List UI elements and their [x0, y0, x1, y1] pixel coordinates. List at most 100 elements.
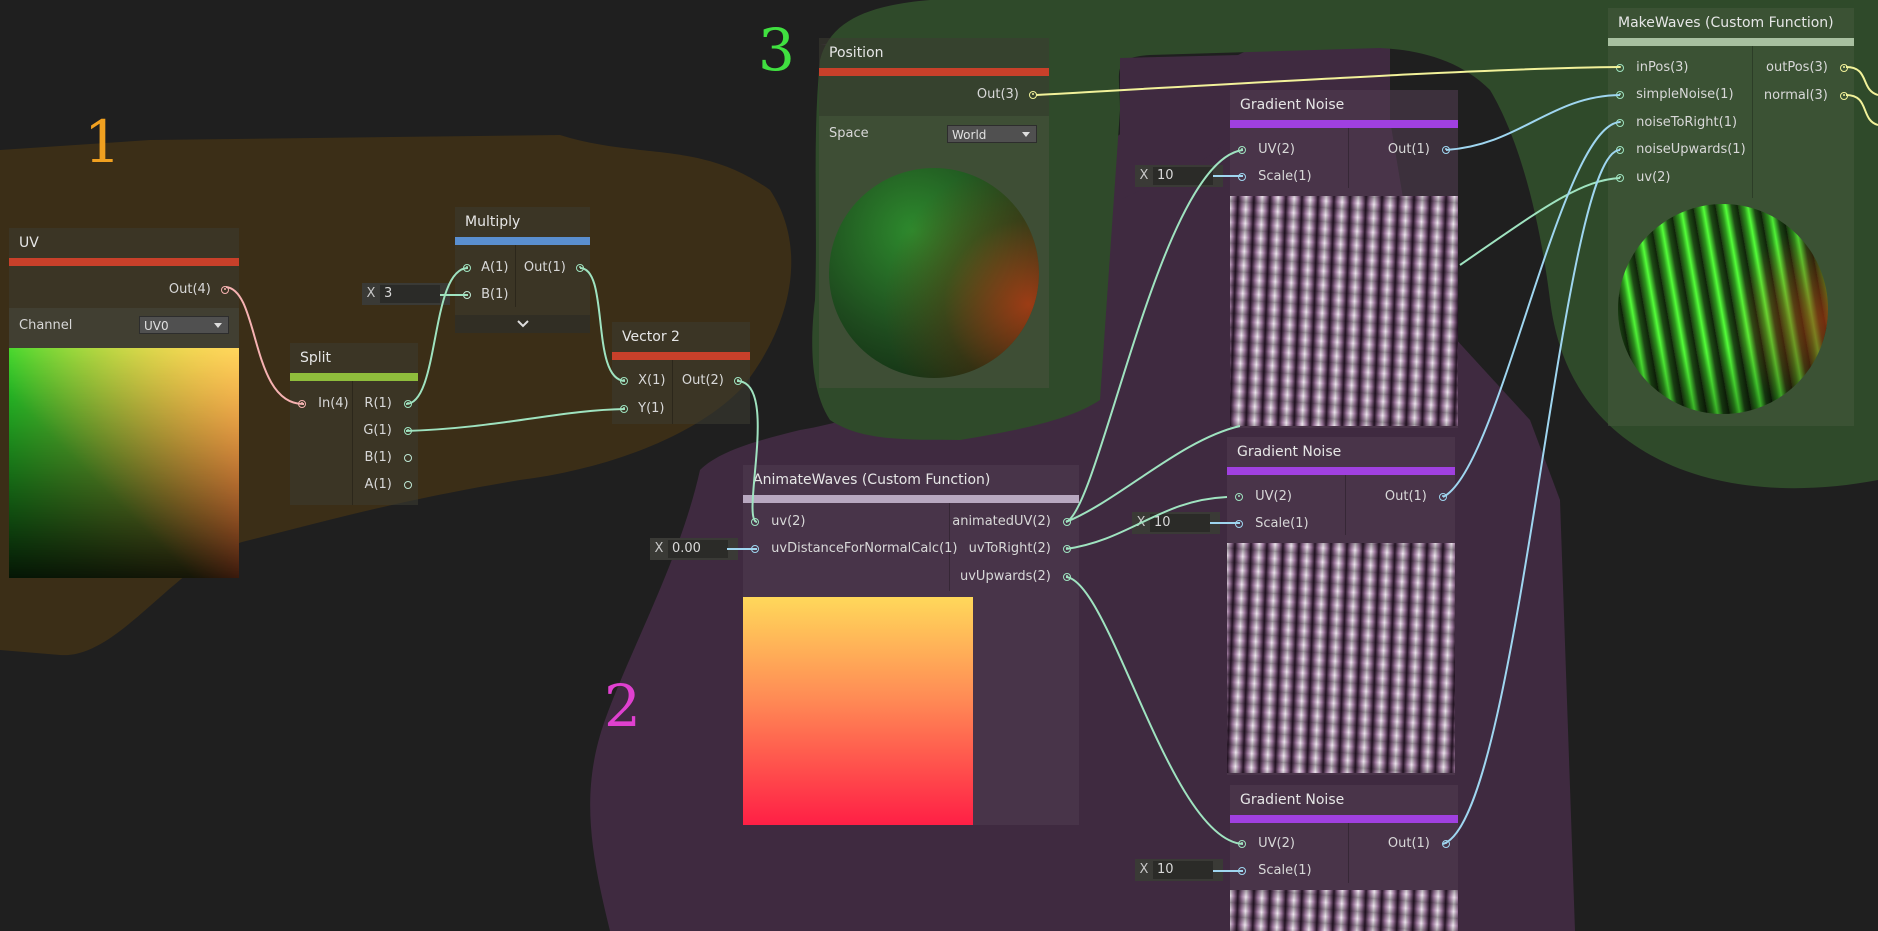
vector2-node-title[interactable]: Vector 2	[612, 322, 750, 352]
gradient-noise-2-field-value[interactable]: 10	[1150, 514, 1210, 532]
split-in-port[interactable]	[298, 399, 306, 408]
makewaves-in-right-port[interactable]	[1616, 118, 1624, 127]
gradient-noise-1-uv[interactable]: UV(2)	[1238, 140, 1295, 160]
split-out-b[interactable]: B(1)	[365, 448, 412, 468]
gradient-noise-1-scale-port[interactable]	[1238, 172, 1246, 181]
vector2-out-row[interactable]: Out(2)	[682, 371, 742, 391]
multiply-node[interactable]: Multiply A(1) B(1) Out(1)	[455, 207, 590, 333]
position-out-port[interactable]	[1029, 90, 1037, 99]
animate-out-animated-port[interactable]	[1063, 517, 1071, 526]
gradient-noise-3-uv[interactable]: UV(2)	[1238, 834, 1295, 854]
gradient-noise-1-out[interactable]: Out(1)	[1388, 140, 1450, 160]
makewaves-node-title[interactable]: MakeWaves (Custom Function)	[1608, 8, 1854, 38]
multiply-b-port[interactable]	[463, 290, 471, 299]
gradient-noise-2-uv-port[interactable]	[1235, 492, 1243, 501]
position-out-row[interactable]: Out(3)	[977, 85, 1037, 105]
split-out-g-port[interactable]	[404, 426, 412, 435]
split-out-a[interactable]: A(1)	[365, 475, 412, 495]
makewaves-out-pos-port[interactable]	[1840, 63, 1848, 72]
gradient-noise-1-uv-port[interactable]	[1238, 145, 1246, 154]
multiply-a-row[interactable]: A(1)	[463, 258, 508, 278]
gradient-noise-3-uv-port[interactable]	[1238, 839, 1246, 848]
gradient-noise-1-out-port[interactable]	[1442, 145, 1450, 154]
vector2-x-row[interactable]: X(1)	[620, 371, 665, 391]
makewaves-in-uv-port[interactable]	[1616, 173, 1624, 182]
gradient-noise-2-out-port[interactable]	[1439, 492, 1447, 501]
animate-out-right-port[interactable]	[1063, 544, 1071, 553]
gradient-noise-2[interactable]: Gradient Noise UV(2) Scale(1) Out(1)	[1227, 437, 1455, 775]
vector2-y-row[interactable]: Y(1)	[620, 399, 665, 419]
gradient-noise-2-scale[interactable]: Scale(1)	[1235, 514, 1309, 534]
multiply-expand-bar[interactable]	[455, 315, 590, 333]
makewaves-in-simple[interactable]: simpleNoise(1)	[1616, 85, 1734, 105]
gradient-noise-3-out[interactable]: Out(1)	[1388, 834, 1450, 854]
split-out-r-port[interactable]	[404, 399, 412, 408]
makewaves-node[interactable]: MakeWaves (Custom Function) inPos(3) sim…	[1608, 8, 1854, 426]
animate-out-right[interactable]: uvToRight(2)	[969, 539, 1071, 559]
animate-out-animated[interactable]: animatedUV(2)	[952, 512, 1071, 532]
gradient-noise-1[interactable]: Gradient Noise UV(2) Scale(1) Out(1)	[1230, 90, 1458, 428]
gradient-noise-3[interactable]: Gradient Noise UV(2) Scale(1) Out(1)	[1230, 785, 1458, 931]
makewaves-in-pos-port[interactable]	[1616, 63, 1624, 72]
makewaves-out-pos[interactable]: outPos(3)	[1766, 58, 1848, 78]
position-node-title[interactable]: Position	[819, 38, 1049, 68]
split-in-row[interactable]: In(4)	[298, 394, 349, 414]
gradient-noise-2-scale-port[interactable]	[1235, 519, 1243, 528]
makewaves-in-pos[interactable]: inPos(3)	[1616, 58, 1689, 78]
animate-in-dist-port[interactable]	[751, 544, 759, 553]
vector2-y-port[interactable]	[620, 404, 628, 413]
multiply-a-port[interactable]	[463, 263, 471, 272]
animate-field-value[interactable]: 0.00	[668, 540, 728, 558]
gradient-noise-2-uv[interactable]: UV(2)	[1235, 487, 1292, 507]
makewaves-in-simple-port[interactable]	[1616, 90, 1624, 99]
vector2-out-port[interactable]	[734, 376, 742, 385]
makewaves-in-up-port[interactable]	[1616, 145, 1624, 154]
gradient-noise-2-out[interactable]: Out(1)	[1385, 487, 1447, 507]
uv-out-port[interactable]	[221, 285, 229, 294]
gradient-noise-3-field-value[interactable]: 10	[1153, 861, 1213, 879]
animate-in-uv-port[interactable]	[751, 517, 759, 526]
split-node-title[interactable]: Split	[290, 343, 418, 373]
split-out-b-port[interactable]	[404, 453, 412, 462]
split-node[interactable]: Split In(4) R(1) G(1) B(1) A(1)	[290, 343, 418, 505]
animatewaves-node-title[interactable]: AnimateWaves (Custom Function)	[743, 465, 1079, 495]
vector2-node[interactable]: Vector 2 X(1) Y(1) Out(2)	[612, 322, 750, 424]
animate-field[interactable]: X 0.00	[650, 538, 738, 560]
makewaves-in-right[interactable]: noiseToRight(1)	[1616, 113, 1737, 133]
gradient-noise-3-scale[interactable]: Scale(1)	[1238, 861, 1312, 881]
gradient-noise-1-field-value[interactable]: 10	[1153, 167, 1213, 185]
split-out-a-port[interactable]	[404, 480, 412, 489]
multiply-out-row[interactable]: Out(1)	[524, 258, 584, 278]
position-node[interactable]: Position Out(3) Space World	[819, 38, 1049, 388]
multiply-b-field-value[interactable]: 3	[380, 285, 440, 303]
makewaves-in-uv[interactable]: uv(2)	[1616, 168, 1671, 188]
position-space-dropdown[interactable]: World	[947, 125, 1037, 143]
gradient-noise-1-field[interactable]: X 10	[1135, 165, 1223, 187]
gradient-noise-2-field[interactable]: X 10	[1132, 512, 1220, 534]
gradient-noise-3-out-port[interactable]	[1442, 839, 1450, 848]
gradient-noise-3-scale-port[interactable]	[1238, 866, 1246, 875]
gradient-noise-1-scale[interactable]: Scale(1)	[1238, 167, 1312, 187]
uv-node[interactable]: UV Out(4) Channel UV0	[9, 228, 239, 578]
uv-node-title[interactable]: UV	[9, 228, 239, 258]
makewaves-in-up[interactable]: noiseUpwards(1)	[1616, 140, 1746, 160]
multiply-out-port[interactable]	[576, 263, 584, 272]
vector2-x-port[interactable]	[620, 376, 628, 385]
split-out-r[interactable]: R(1)	[364, 394, 412, 414]
animate-out-up-port[interactable]	[1063, 572, 1071, 581]
animatewaves-node[interactable]: AnimateWaves (Custom Function) uv(2) uvD…	[743, 465, 1079, 825]
makewaves-out-normal[interactable]: normal(3)	[1764, 86, 1848, 106]
multiply-b-row[interactable]: B(1)	[463, 285, 508, 305]
gradient-noise-3-field[interactable]: X 10	[1135, 859, 1223, 881]
uv-channel-dropdown[interactable]: UV0	[139, 316, 229, 334]
multiply-b-field[interactable]: X3	[362, 283, 450, 305]
uv-out-row[interactable]: Out(4)	[169, 280, 229, 300]
gradient-noise-2-title[interactable]: Gradient Noise	[1227, 437, 1455, 467]
animate-in-uv[interactable]: uv(2)	[751, 512, 806, 532]
makewaves-out-normal-port[interactable]	[1840, 91, 1848, 100]
multiply-node-title[interactable]: Multiply	[455, 207, 590, 237]
animate-in-dist[interactable]: uvDistanceForNormalCalc(1)	[751, 539, 957, 559]
animate-out-up[interactable]: uvUpwards(2)	[960, 567, 1071, 587]
gradient-noise-1-title[interactable]: Gradient Noise	[1230, 90, 1458, 120]
gradient-noise-3-title[interactable]: Gradient Noise	[1230, 785, 1458, 815]
